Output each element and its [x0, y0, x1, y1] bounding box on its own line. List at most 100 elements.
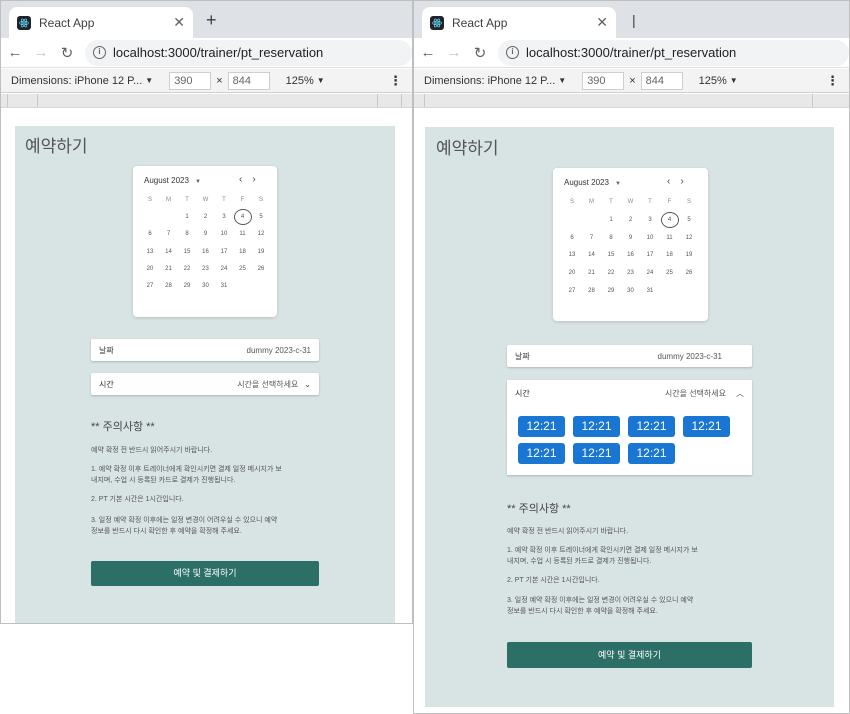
device-select[interactable]: Dimensions: iPhone 12 P... — [424, 75, 555, 87]
calendar-day[interactable]: 18 — [234, 246, 252, 258]
more-options-icon[interactable]: ⋮ — [389, 73, 402, 89]
chevron-down-icon[interactable]: ⌄ — [304, 380, 311, 389]
calendar-day[interactable]: 5 — [252, 211, 270, 223]
calendar-day[interactable]: 3 — [215, 211, 233, 223]
calendar-day[interactable]: 31 — [641, 285, 659, 297]
calendar-day[interactable]: 18 — [661, 249, 679, 261]
calendar-day[interactable]: 14 — [160, 246, 178, 258]
close-tab-icon[interactable]: ✕ — [596, 14, 608, 31]
calendar-day[interactable]: 19 — [680, 249, 698, 261]
calendar-day[interactable]: 30 — [197, 280, 215, 292]
info-icon[interactable]: i — [506, 46, 519, 59]
address-bar[interactable]: i localhost:3000/trainer/pt_reservation — [85, 39, 412, 66]
time-slot-button[interactable]: 12:21 — [683, 416, 730, 437]
caret-down-icon[interactable]: ▼ — [730, 76, 738, 85]
calendar-day[interactable]: 11 — [661, 232, 679, 244]
calendar-day[interactable]: 29 — [602, 285, 620, 297]
next-month-icon[interactable]: › — [252, 174, 265, 185]
calendar-day[interactable]: 21 — [160, 263, 178, 275]
calendar-day[interactable]: 5 — [680, 214, 698, 226]
width-input[interactable]: 390 — [169, 71, 212, 90]
calendar-day[interactable]: 27 — [141, 280, 159, 292]
calendar-day[interactable]: 12 — [252, 228, 270, 240]
calendar-day[interactable]: 13 — [563, 249, 581, 261]
caret-down-icon[interactable]: ▼ — [558, 76, 566, 85]
calendar-day[interactable]: 4 — [660, 211, 679, 228]
calendar-day[interactable]: 26 — [252, 263, 270, 275]
calendar-day[interactable]: 30 — [622, 285, 640, 297]
calendar-day[interactable]: 17 — [215, 246, 233, 258]
calendar-day[interactable]: 13 — [141, 246, 159, 258]
calendar-day[interactable]: 27 — [563, 285, 581, 297]
calendar-day[interactable]: 21 — [583, 267, 601, 279]
next-month-icon[interactable]: › — [680, 176, 693, 187]
width-input[interactable]: 390 — [582, 71, 625, 90]
prev-month-icon[interactable]: ‹ — [667, 176, 680, 187]
reserve-and-pay-button[interactable]: 예약 및 결제하기 — [507, 642, 752, 668]
calendar-day[interactable]: 22 — [602, 267, 620, 279]
calendar-day[interactable]: 8 — [602, 232, 620, 244]
calendar-day[interactable]: 2 — [622, 214, 640, 226]
calendar-day[interactable]: 23 — [622, 267, 640, 279]
calendar-day[interactable]: 14 — [583, 249, 601, 261]
calendar-day[interactable]: 24 — [641, 267, 659, 279]
time-slot-button[interactable]: 12:21 — [573, 443, 620, 464]
calendar-day[interactable]: 8 — [178, 228, 196, 240]
height-input[interactable]: 844 — [227, 71, 270, 90]
info-icon[interactable]: i — [93, 46, 106, 59]
time-slot-button[interactable]: 12:21 — [518, 443, 565, 464]
calendar-day[interactable]: 11 — [234, 228, 252, 240]
calendar-day[interactable]: 4 — [233, 209, 252, 226]
browser-tab[interactable]: React App ✕ — [9, 7, 193, 38]
reload-icon[interactable]: ↻ — [55, 44, 79, 62]
calendar-day[interactable]: 9 — [197, 228, 215, 240]
forward-arrow-icon[interactable]: → — [442, 44, 466, 61]
calendar-month-select[interactable]: August 2023 ▼ — [144, 176, 201, 185]
calendar-day[interactable]: 15 — [602, 249, 620, 261]
calendar-day[interactable]: 24 — [215, 263, 233, 275]
calendar-day[interactable]: 10 — [215, 228, 233, 240]
date-field[interactable]: 날짜 dummy 2023-c-31 — [91, 339, 319, 361]
caret-down-icon[interactable]: ▼ — [145, 76, 153, 85]
calendar-day[interactable]: 6 — [141, 228, 159, 240]
time-select[interactable]: 시간 시간을 선택하세요 ⌄ — [91, 373, 319, 395]
calendar-day[interactable]: 1 — [178, 211, 196, 223]
time-slot-button[interactable]: 12:21 — [518, 416, 565, 437]
zoom-select[interactable]: 125% — [286, 75, 314, 87]
calendar-day[interactable]: 7 — [583, 232, 601, 244]
prev-month-icon[interactable]: ‹ — [239, 174, 252, 185]
close-tab-icon[interactable]: ✕ — [173, 14, 185, 31]
caret-down-icon[interactable]: ▼ — [195, 179, 201, 185]
calendar-day[interactable]: 7 — [160, 228, 178, 240]
time-select[interactable]: 시간 시간을 선택하세요 ︿ — [507, 380, 752, 406]
calendar-day[interactable]: 25 — [661, 267, 679, 279]
more-options-icon[interactable]: ⋮ — [826, 73, 839, 89]
caret-down-icon[interactable]: ▼ — [615, 181, 621, 187]
calendar-day[interactable]: 25 — [234, 263, 252, 275]
calendar-day[interactable]: 17 — [641, 249, 659, 261]
browser-tab[interactable]: React App ✕ — [422, 7, 616, 38]
height-input[interactable]: 844 — [640, 71, 683, 90]
back-arrow-icon[interactable]: ← — [3, 44, 27, 61]
date-field[interactable]: 날짜 dummy 2023-c-31 — [507, 345, 752, 367]
reserve-and-pay-button[interactable]: 예약 및 결제하기 — [91, 561, 319, 586]
calendar-day[interactable]: 29 — [178, 280, 196, 292]
calendar-day[interactable]: 19 — [252, 246, 270, 258]
calendar-day[interactable]: 31 — [215, 280, 233, 292]
calendar-day[interactable]: 28 — [583, 285, 601, 297]
address-bar[interactable]: i localhost:3000/trainer/pt_reservation — [498, 39, 849, 66]
calendar-day[interactable]: 9 — [622, 232, 640, 244]
time-slot-button[interactable]: 12:21 — [573, 416, 620, 437]
new-tab-icon[interactable]: + — [206, 11, 217, 29]
time-slot-button[interactable]: 12:21 — [628, 416, 675, 437]
chevron-up-icon[interactable]: ︿ — [736, 388, 744, 399]
calendar-day[interactable]: 20 — [563, 267, 581, 279]
calendar-day[interactable]: 6 — [563, 232, 581, 244]
calendar-day[interactable]: 15 — [178, 246, 196, 258]
calendar-day[interactable]: 16 — [197, 246, 215, 258]
calendar-day[interactable]: 12 — [680, 232, 698, 244]
calendar-day[interactable]: 10 — [641, 232, 659, 244]
calendar-day[interactable]: 28 — [160, 280, 178, 292]
calendar-day[interactable]: 23 — [197, 263, 215, 275]
zoom-select[interactable]: 125% — [699, 75, 727, 87]
